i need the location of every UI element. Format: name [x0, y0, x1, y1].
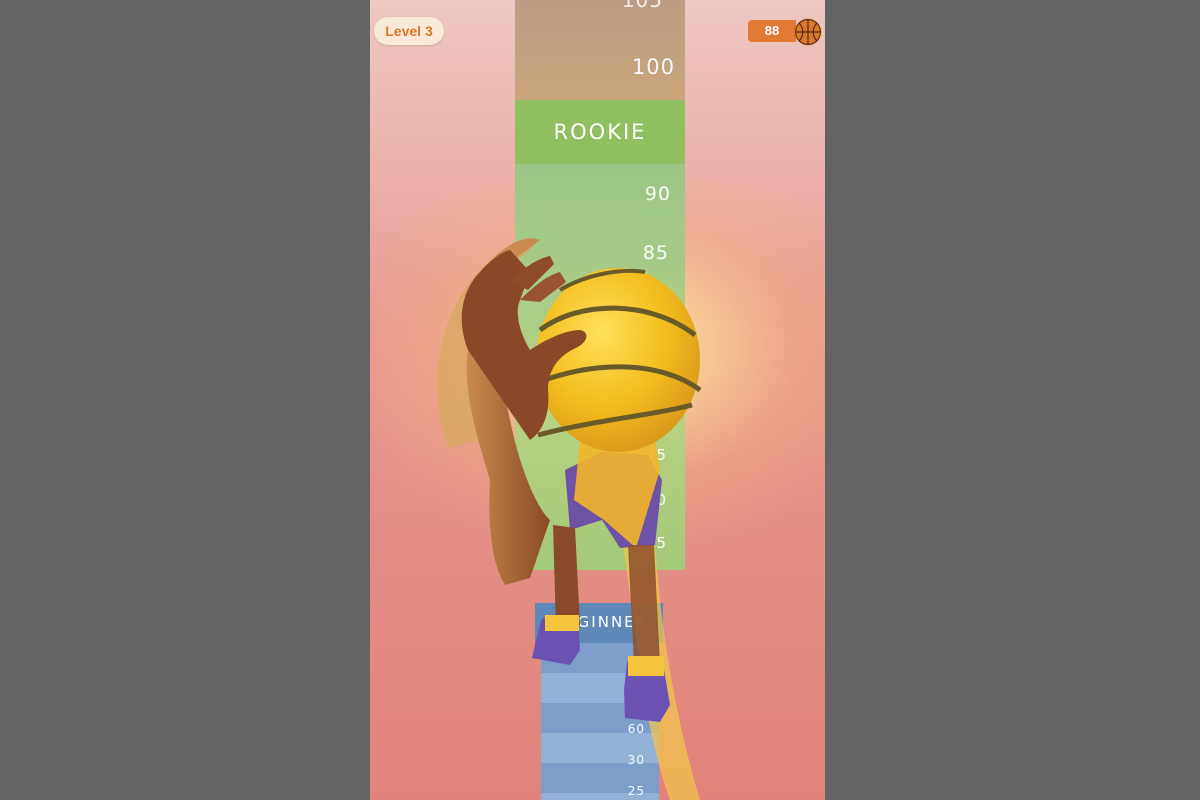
- basketball: [536, 268, 700, 452]
- level-indicator: Level 3: [374, 17, 444, 45]
- left-sock: [545, 615, 579, 631]
- game-viewport[interactable]: 105 100 ROOKIE 90 85 75 70 65 BEGINNER 6…: [370, 0, 825, 800]
- player-character: [437, 238, 702, 800]
- basketball-icon: [794, 18, 822, 46]
- coin-counter: 88: [748, 20, 796, 42]
- right-sock: [628, 656, 664, 676]
- left-leg: [553, 525, 580, 628]
